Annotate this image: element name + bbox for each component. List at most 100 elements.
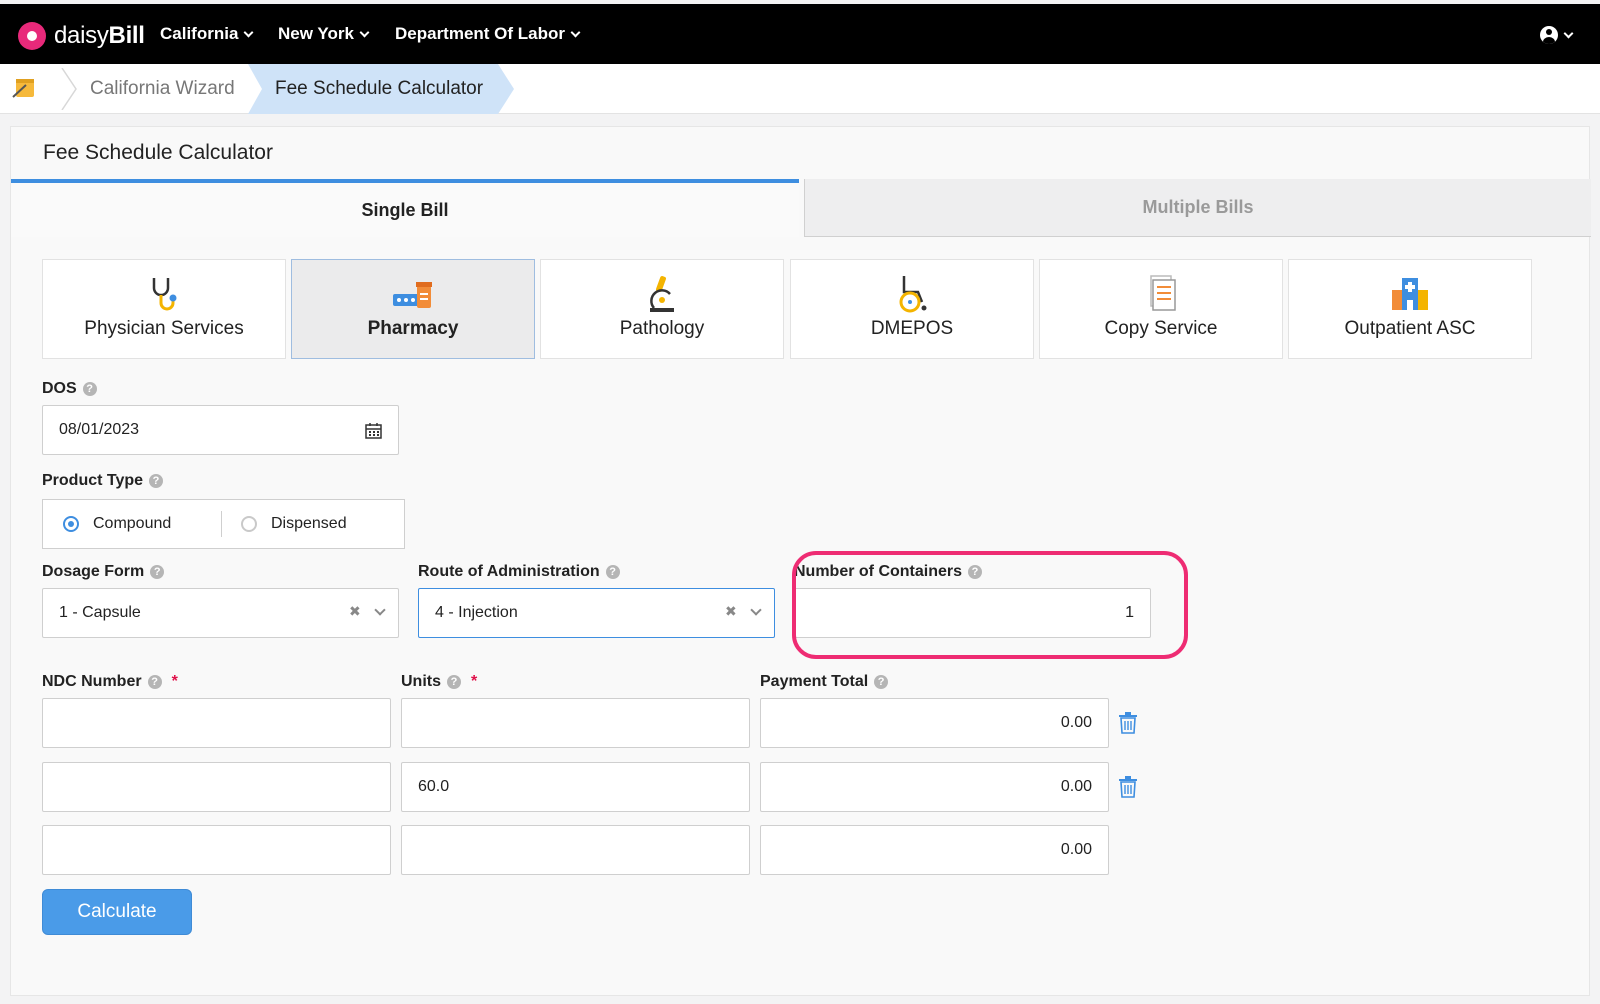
dos-label: DOS? <box>42 380 97 398</box>
chevron-down-icon[interactable] <box>750 604 762 616</box>
nav-menu-label: Department Of Labor <box>395 24 566 43</box>
ndc-number-input[interactable] <box>42 762 391 812</box>
hospital-icon <box>1392 278 1428 310</box>
payment-total-label: Payment Total? <box>760 673 889 691</box>
payment-total-input[interactable]: 0.00 <box>760 825 1109 875</box>
clear-icon[interactable]: ✖ <box>349 603 361 620</box>
product-type-radio-group: Compound Dispensed <box>42 499 405 549</box>
category-pathology[interactable]: Pathology <box>540 259 784 359</box>
nav-menu-new-york[interactable]: New York <box>278 4 370 64</box>
payment-label-text: Payment Total <box>760 673 869 690</box>
daisybill-logo[interactable]: daisyBill <box>18 22 145 50</box>
nav-menu-california[interactable]: California <box>160 4 254 64</box>
dosage-form-label: Dosage Form? <box>42 563 165 581</box>
divider <box>221 511 222 537</box>
units-input[interactable] <box>401 825 750 875</box>
route-label-text: Route of Administration <box>418 563 600 580</box>
nav-menu-label: California <box>160 24 239 43</box>
payment-value: 0.00 <box>1060 778 1092 795</box>
units-label-text: Units <box>401 673 441 690</box>
help-icon[interactable]: ? <box>605 565 620 579</box>
dosage-form-label-text: Dosage Form <box>42 563 145 580</box>
route-of-administration-select[interactable]: 4 - Injection ✖ <box>418 588 775 638</box>
help-icon[interactable]: ? <box>82 382 97 396</box>
category-copy-service[interactable]: Copy Service <box>1039 259 1283 359</box>
radio-selected-indicator <box>63 516 79 532</box>
units-value: 60.0 <box>418 778 450 795</box>
trash-icon[interactable] <box>1118 776 1138 798</box>
chevron-down-icon <box>359 27 370 37</box>
route-value: 4 - Injection <box>435 604 518 621</box>
tab-multiple-bills[interactable]: Multiple Bills <box>804 179 1591 237</box>
radio-dispensed[interactable]: Dispensed <box>241 500 347 548</box>
help-icon[interactable]: ? <box>147 675 162 689</box>
dos-value: 08/01/2023 <box>59 421 140 438</box>
help-icon[interactable]: ? <box>447 675 461 689</box>
ndc-number-label: NDC Number? * <box>42 673 178 691</box>
payment-total-input[interactable]: 0.00 <box>760 698 1109 748</box>
ndc-number-input[interactable] <box>42 698 391 748</box>
nav-menu-label: New York <box>278 24 354 43</box>
category-dmepos[interactable]: DMEPOS <box>790 259 1034 359</box>
tab-single-bill[interactable]: Single Bill <box>11 179 799 237</box>
fee-schedule-panel: Fee Schedule Calculator Single Bill Mult… <box>10 126 1591 996</box>
daisy-flower-icon <box>18 22 46 50</box>
top-navbar: daisyBill California New York Department… <box>0 0 1600 64</box>
category-label: DMEPOS <box>870 318 954 339</box>
ndc-label-text: NDC Number <box>42 673 142 690</box>
stethoscope-icon <box>152 278 177 311</box>
calendar-icon[interactable] <box>365 422 382 439</box>
logo-suffix: Bill <box>108 22 145 49</box>
category-outpatient-asc[interactable]: Outpatient ASC <box>1288 259 1532 359</box>
breadcrumb: California Wizard Fee Schedule Calculato… <box>0 64 1600 114</box>
category-label: Outpatient ASC <box>1344 318 1476 339</box>
radio-label: Compound <box>93 515 172 532</box>
radio-unselected-indicator <box>241 516 257 532</box>
required-marker: * <box>471 673 478 690</box>
dos-label-text: DOS <box>42 380 77 397</box>
pharmacy-icon <box>393 282 432 308</box>
page-title: Fee Schedule Calculator <box>43 141 273 164</box>
dos-date-input[interactable]: 08/01/2023 <box>42 405 399 455</box>
calculate-button[interactable]: Calculate <box>42 889 192 935</box>
product-type-label: Product Type? <box>42 472 164 490</box>
clear-icon[interactable]: ✖ <box>725 603 737 620</box>
category-label: Pharmacy <box>367 318 459 339</box>
nav-menu-department-of-labor[interactable]: Department Of Labor <box>395 4 581 64</box>
category-label: Copy Service <box>1104 318 1218 339</box>
category-label: Physician Services <box>84 318 244 339</box>
trash-icon[interactable] <box>1118 712 1138 734</box>
breadcrumb-fee-schedule-calculator[interactable]: Fee Schedule Calculator <box>275 64 483 114</box>
dosage-form-select[interactable]: 1 - Capsule ✖ <box>42 588 399 638</box>
chevron-down-icon <box>570 27 581 37</box>
help-icon[interactable]: ? <box>874 675 889 689</box>
wheelchair-icon <box>899 276 927 313</box>
microscope-icon <box>650 276 674 312</box>
help-icon[interactable]: ? <box>149 474 164 488</box>
document-icon <box>1150 275 1176 311</box>
user-menu[interactable] <box>1540 26 1574 44</box>
help-icon[interactable]: ? <box>150 565 165 579</box>
required-marker: * <box>171 673 178 690</box>
radio-label: Dispensed <box>271 515 347 532</box>
category-label: Pathology <box>619 318 705 339</box>
units-input[interactable]: 60.0 <box>401 762 750 812</box>
product-type-label-text: Product Type <box>42 472 144 489</box>
payment-value: 0.00 <box>1060 714 1092 731</box>
ndc-number-input[interactable] <box>42 825 391 875</box>
logo-prefix: daisy <box>54 22 109 49</box>
notepad-home-icon[interactable] <box>10 76 38 100</box>
chevron-down-icon[interactable] <box>374 604 386 616</box>
user-avatar-icon <box>1540 26 1558 44</box>
units-label: Units? * <box>401 673 477 691</box>
payment-total-input[interactable]: 0.00 <box>760 762 1109 812</box>
highlight-annotation <box>792 551 1188 659</box>
category-pharmacy[interactable]: Pharmacy <box>291 259 535 359</box>
category-physician-services[interactable]: Physician Services <box>42 259 286 359</box>
logo-text: daisyBill <box>54 22 145 50</box>
radio-compound[interactable]: Compound <box>63 500 171 548</box>
breadcrumb-california-wizard[interactable]: California Wizard <box>90 64 235 114</box>
units-input[interactable] <box>401 698 750 748</box>
chevron-down-icon <box>1563 28 1574 38</box>
dosage-form-value: 1 - Capsule <box>59 604 141 621</box>
